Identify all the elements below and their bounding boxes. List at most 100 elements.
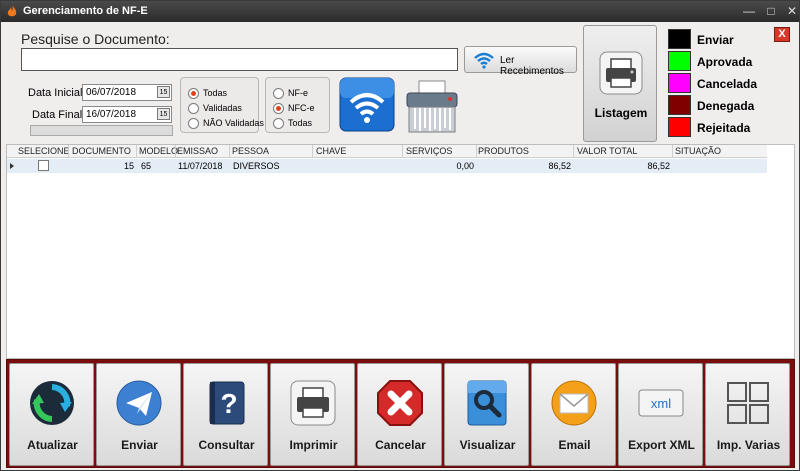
ler-recebimentos-label: Ler Recebimentos — [500, 55, 564, 77]
printer-icon — [599, 51, 643, 95]
email-button[interactable]: Email — [531, 363, 616, 466]
export-xml-label: Export XML — [628, 438, 695, 452]
legend-color-swatch — [668, 95, 691, 115]
legend-label: Denegada — [697, 99, 755, 113]
cell-pessoa: DIVERSOS — [233, 161, 280, 171]
consultar-button[interactable]: ? Consultar — [183, 363, 268, 466]
data-final-calendar-button[interactable]: 15 — [157, 108, 170, 120]
radio-button[interactable] — [188, 88, 199, 99]
magnifier-book-icon — [467, 380, 507, 426]
column-header[interactable]: VALOR TOTAL — [577, 146, 637, 156]
cell-emissao: 11/07/2018 — [178, 161, 223, 171]
cell-valor-total: 86,52 — [647, 161, 670, 171]
column-header[interactable]: DOCUMENTO — [72, 146, 131, 156]
column-divider — [68, 145, 69, 158]
visualizar-button[interactable]: Visualizar — [444, 363, 529, 466]
data-inicial-calendar-button[interactable]: 15 — [157, 86, 170, 98]
legend-color-swatch — [668, 51, 691, 71]
main-window: Gerenciamento de NF-E — □ ✕ Pesquise o D… — [0, 0, 800, 471]
ler-recebimentos-button[interactable]: Ler Recebimentos — [464, 46, 577, 77]
help-book-icon: ? — [209, 381, 245, 425]
column-header[interactable]: PRODUTOS — [478, 146, 529, 156]
column-header[interactable]: PESSOA — [232, 146, 269, 156]
legend-color-swatch — [668, 29, 691, 49]
row-select-checkbox[interactable] — [38, 160, 49, 171]
radio-label: NFC-e — [288, 103, 315, 113]
imprimir-button[interactable]: Imprimir — [270, 363, 355, 466]
email-icon — [551, 380, 597, 426]
consultar-label: Consultar — [198, 438, 255, 452]
printer-icon — [290, 380, 336, 426]
type-filter-group: NF-e NFC-e Todas — [265, 77, 330, 133]
column-header[interactable]: SITUAÇÃO — [675, 146, 721, 156]
cell-produtos: 86,52 — [548, 161, 571, 171]
radio-button[interactable] — [188, 103, 199, 114]
cancelar-label: Cancelar — [375, 438, 426, 452]
cancelar-button[interactable]: Cancelar — [357, 363, 442, 466]
cell-documento: 15 — [123, 161, 134, 171]
progress-bar — [30, 125, 173, 136]
search-label: Pesquise o Documento: — [21, 31, 170, 47]
radio-label: Todas — [288, 118, 313, 128]
cell-modelo: 65 — [141, 161, 152, 171]
legend-label: Aprovada — [697, 55, 753, 69]
row-indicator-icon — [10, 163, 14, 169]
radio-button[interactable] — [188, 118, 199, 129]
wifi-icon — [474, 52, 494, 69]
paper-plane-icon — [116, 380, 162, 426]
column-divider — [136, 145, 137, 158]
grid-icon — [727, 382, 769, 424]
listagem-button[interactable]: Listagem — [583, 25, 657, 142]
email-label: Email — [558, 438, 591, 452]
imp-varias-label: Imp. Varias — [716, 438, 781, 452]
cancel-icon — [377, 380, 423, 426]
imprimir-label: Imprimir — [289, 438, 338, 452]
column-divider — [672, 145, 673, 158]
radio-label: NÃO Validadas — [203, 118, 264, 128]
flame-icon — [7, 5, 17, 17]
atualizar-button[interactable]: Atualizar — [9, 363, 94, 466]
close-panel-button[interactable]: X — [774, 27, 790, 42]
radio-label: NF-e — [288, 88, 308, 98]
wifi-status-button[interactable] — [338, 76, 396, 133]
legend-label: Cancelada — [697, 77, 758, 91]
legend-label: Rejeitada — [697, 121, 751, 135]
column-divider — [476, 145, 477, 158]
grid-header: SELECIONE DOCUMENTO MODELO EMISSAO PESSO… — [7, 145, 767, 158]
xml-file-icon: xml — [638, 389, 684, 417]
data-inicial-label: Data Inicial: — [28, 87, 86, 99]
column-header[interactable]: SERVIÇOS — [406, 146, 452, 156]
shredder-icon — [406, 80, 458, 133]
status-filter-group: Todas Validadas NÃO Validadas — [180, 77, 264, 133]
enviar-button[interactable]: Enviar — [96, 363, 181, 466]
column-header[interactable]: EMISSAO — [177, 146, 218, 156]
enviar-label: Enviar — [121, 438, 158, 452]
shredder-button[interactable] — [403, 79, 461, 134]
svg-text:?: ? — [220, 388, 237, 419]
column-header[interactable]: CHAVE — [316, 146, 346, 156]
column-header[interactable]: SELECIONE — [18, 146, 70, 156]
xml-icon-text: xml — [651, 396, 671, 411]
cell-servicos: 0,00 — [456, 161, 474, 171]
column-header[interactable]: MODELO — [139, 146, 178, 156]
legend-color-swatch — [668, 73, 691, 93]
close-button[interactable]: ✕ — [785, 4, 799, 18]
data-final-label: Data Final: — [32, 109, 86, 121]
search-input[interactable] — [21, 48, 458, 71]
table-row[interactable]: 15 65 11/07/2018 DIVERSOS 0,00 86,52 86,… — [7, 159, 767, 173]
legend-label: Enviar — [697, 33, 734, 47]
documents-grid: SELECIONE DOCUMENTO MODELO EMISSAO PESSO… — [6, 144, 795, 359]
title-bar: Gerenciamento de NF-E — □ ✕ — [1, 1, 799, 22]
visualizar-label: Visualizar — [459, 438, 516, 452]
export-xml-button[interactable]: xml Export XML — [618, 363, 703, 466]
window-title: Gerenciamento de NF-E — [23, 5, 148, 17]
minimize-button[interactable]: — — [742, 4, 756, 18]
radio-label: Validadas — [203, 103, 242, 113]
imp-varias-button[interactable]: Imp. Varias — [705, 363, 790, 466]
radio-label: Todas — [203, 88, 228, 98]
maximize-button[interactable]: □ — [764, 4, 778, 18]
radio-button[interactable] — [273, 118, 284, 129]
column-divider — [312, 145, 313, 158]
radio-button[interactable] — [273, 88, 284, 99]
radio-button[interactable] — [273, 103, 284, 114]
